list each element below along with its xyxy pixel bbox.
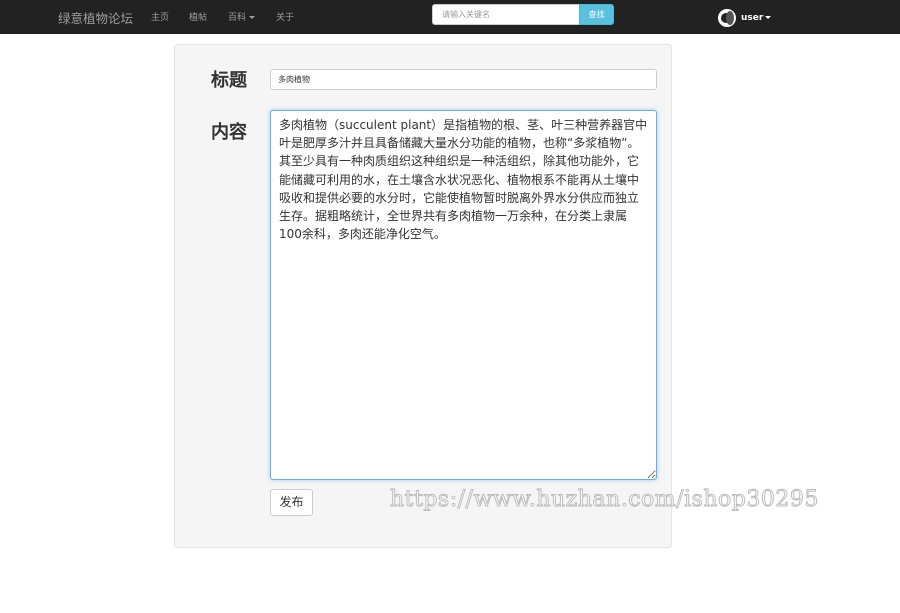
search-input[interactable] — [432, 4, 580, 25]
chevron-down-icon — [765, 16, 772, 19]
watermark-text: https://www.huzhan.com/ishop30295 — [390, 487, 819, 513]
nav-link-posts[interactable]: 植帖 — [189, 10, 207, 23]
nav-dropdown-encyclopedia-label: 百科 — [228, 13, 247, 23]
publish-button[interactable]: 发布 — [270, 489, 313, 516]
title-input[interactable] — [270, 69, 657, 90]
nav-link-home[interactable]: 主页 — [151, 10, 169, 23]
content-textarea[interactable]: 多肉植物（succulent plant）是指植物的根、茎、叶三种营养器官中叶是… — [270, 110, 657, 480]
avatar — [718, 8, 736, 27]
nav-link-about[interactable]: 关于 — [276, 10, 294, 23]
user-name-label: user — [741, 12, 764, 23]
top-navbar: 绿意植物论坛 主页 植帖 百科 关于 查找 user — [0, 0, 900, 34]
search-button[interactable]: 查找 — [579, 4, 614, 25]
user-menu-dropdown[interactable]: user — [718, 8, 772, 27]
content-label: 内容 — [211, 122, 247, 143]
nav-dropdown-encyclopedia[interactable]: 百科 — [228, 10, 256, 23]
chevron-down-icon — [249, 16, 256, 19]
brand-logo-text[interactable]: 绿意植物论坛 — [58, 8, 133, 27]
title-label: 标题 — [211, 70, 247, 91]
